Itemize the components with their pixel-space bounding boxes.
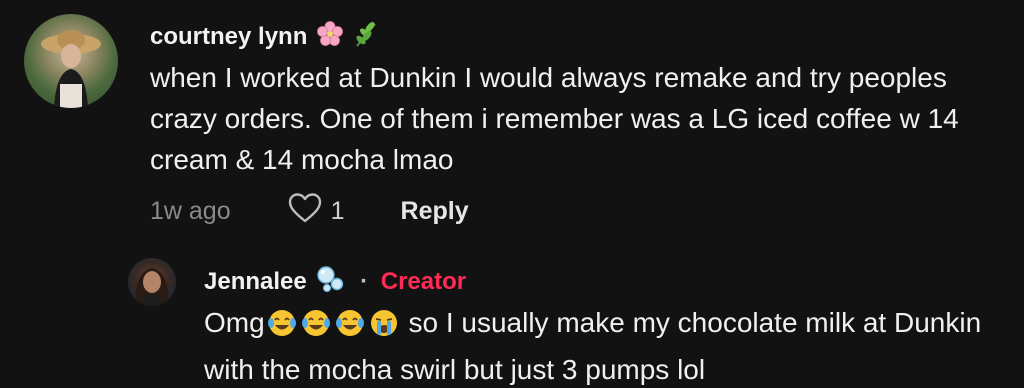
reply-button[interactable]: Reply xyxy=(401,197,469,226)
comment-thread: courtney lynn when I worked at Dunkin I … xyxy=(0,0,1024,388)
comment-username[interactable]: courtney lynn xyxy=(150,20,381,55)
comment-timestamp: 1w ago xyxy=(150,196,231,225)
creator-badge: Creator xyxy=(380,267,467,295)
sob-face-icon xyxy=(368,308,400,349)
username-text: courtney lynn xyxy=(150,22,308,50)
reply-avatar[interactable] xyxy=(128,258,176,306)
like-button[interactable]: 1 xyxy=(287,192,345,231)
cherry-blossom-icon xyxy=(316,20,344,55)
like-count: 1 xyxy=(330,196,345,225)
reply-username-row: Jennalee · Creator xyxy=(204,264,466,301)
separator-dot: · xyxy=(360,267,369,295)
herb-icon xyxy=(353,20,381,55)
joy-face-icon xyxy=(300,308,332,349)
reply-text-prefix: Omg xyxy=(204,307,265,338)
reply-username[interactable]: Jennalee xyxy=(204,268,307,295)
reply-text-block: Omg so I usually make my chocolate milk … xyxy=(204,302,1004,388)
comment-text: when I worked at Dunkin I would always r… xyxy=(150,62,959,175)
joy-face-icon xyxy=(334,308,366,349)
joy-face-icon xyxy=(266,308,298,349)
heart-icon xyxy=(287,192,323,231)
avatar[interactable] xyxy=(24,14,118,108)
comment-meta: 1w ago 1 Reply xyxy=(150,190,469,232)
bubbles-icon xyxy=(315,264,345,301)
